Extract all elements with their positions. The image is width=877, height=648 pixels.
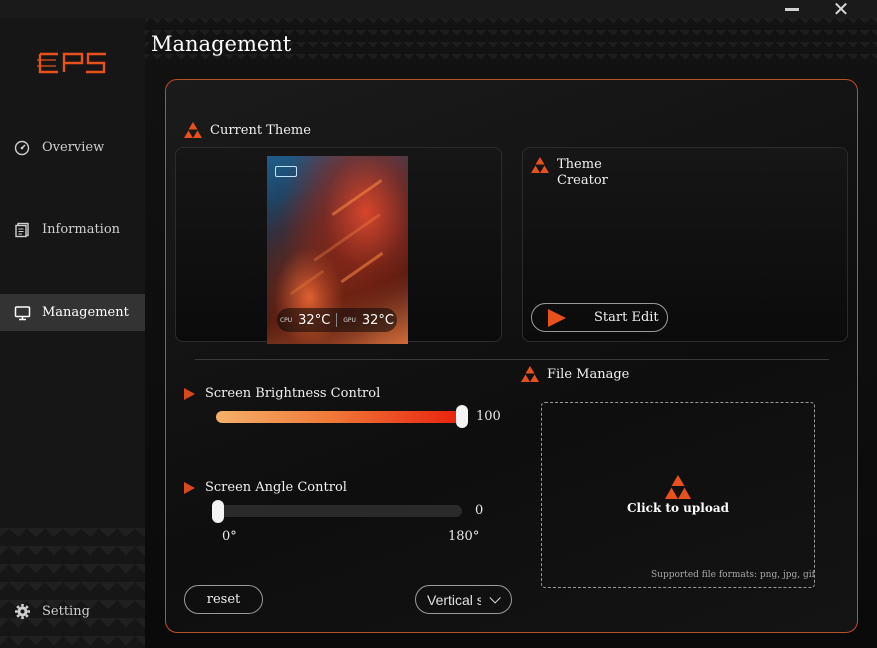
current-theme-title: Current Theme — [184, 122, 311, 138]
cpu-label: CPU — [279, 316, 293, 324]
sidebar-item-label: Setting — [42, 604, 90, 619]
sidebar-item-label: Information — [42, 222, 121, 237]
orientation-select[interactable]: Vertical s — [415, 585, 512, 614]
start-edit-label: Start Edit — [594, 310, 659, 325]
sidebar-item-label: Overview — [42, 140, 105, 155]
gpu-label: GPU — [343, 316, 356, 324]
play-icon — [548, 308, 566, 327]
chevron-down-icon — [489, 591, 501, 604]
reset-button[interactable]: reset — [184, 585, 263, 614]
monitor-icon — [0, 305, 42, 321]
page-title: Management — [151, 32, 292, 56]
sidebar-item-information[interactable]: Information — [0, 211, 145, 248]
angle-slider-thumb[interactable] — [212, 500, 224, 523]
upload-label: Click to upload — [626, 501, 730, 515]
brightness-slider-track[interactable] — [216, 411, 464, 423]
theme-preview-image: CPU 32°C GPU 32°C — [267, 156, 408, 344]
sidebar-item-label: Management — [42, 305, 129, 320]
upload-dropzone[interactable]: Click to upload Supported file formats: … — [541, 402, 815, 588]
angle-min-label: 0° — [222, 529, 237, 544]
angle-value: 0 — [475, 503, 484, 518]
supported-formats: Supported file formats: png, jpg, gif, m… — [651, 570, 815, 580]
arrow-icon — [184, 387, 195, 400]
cps-logo — [37, 52, 106, 74]
preview-temperature-readout: CPU 32°C GPU 32°C — [277, 308, 397, 332]
sidebar-pattern — [0, 528, 145, 648]
sidebar: Overview Information Management Setting — [0, 18, 145, 648]
document-icon — [0, 222, 42, 238]
section-label: Current Theme — [210, 122, 311, 138]
gear-icon — [0, 603, 42, 620]
brightness-label: Screen Brightness Control — [205, 386, 381, 401]
theme-creator-title: Theme Creator — [531, 157, 608, 189]
sidebar-item-setting[interactable]: Setting — [0, 593, 145, 630]
cpu-temp: 32°C — [298, 312, 331, 328]
angle-max-label: 180° — [448, 529, 480, 544]
brightness-value: 100 — [476, 409, 501, 424]
triforce-icon — [521, 366, 539, 382]
preview-logo — [275, 166, 297, 177]
sidebar-item-management[interactable]: Management — [0, 294, 145, 331]
angle-title: Screen Angle Control — [184, 480, 347, 495]
orientation-selected-value: Vertical s — [427, 591, 481, 608]
brightness-slider-thumb[interactable] — [456, 405, 468, 428]
minimize-icon[interactable] — [772, 0, 812, 18]
arrow-icon — [184, 481, 195, 494]
gpu-temp: 32°C — [361, 312, 394, 328]
close-icon[interactable]: ✕ — [821, 0, 861, 21]
triforce-icon — [531, 157, 549, 173]
triforce-icon — [184, 122, 202, 138]
upload-icon — [665, 475, 691, 499]
theme-creator-line1: Theme — [557, 157, 602, 172]
theme-creator-line2: Creator — [557, 173, 608, 188]
file-manage-title: File Manage — [521, 366, 629, 382]
brightness-title: Screen Brightness Control — [184, 386, 380, 401]
speedometer-icon — [0, 140, 42, 156]
sidebar-item-overview[interactable]: Overview — [0, 129, 145, 166]
divider — [195, 359, 829, 360]
start-edit-button[interactable]: Start Edit — [531, 303, 668, 332]
angle-label: Screen Angle Control — [205, 480, 347, 495]
section-label: File Manage — [547, 366, 630, 382]
angle-slider-track[interactable] — [216, 505, 462, 517]
title-bar — [0, 0, 877, 18]
